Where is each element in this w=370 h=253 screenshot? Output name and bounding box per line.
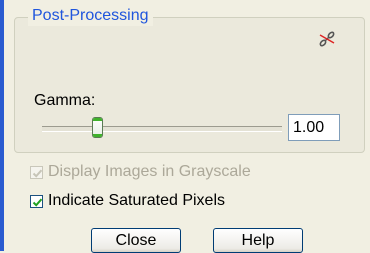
group-title: Post-Processing xyxy=(28,6,153,26)
help-button[interactable]: Help xyxy=(213,228,303,253)
gamma-slider-track[interactable] xyxy=(42,126,282,132)
grayscale-option: Display Images in Grayscale xyxy=(30,162,251,182)
close-button[interactable]: Close xyxy=(91,228,181,253)
grayscale-checkbox xyxy=(30,165,43,179)
gamma-label: Gamma: xyxy=(34,92,96,109)
gamma-value-field[interactable] xyxy=(288,114,340,141)
saturated-label: Indicate Saturated Pixels xyxy=(48,192,225,209)
saturated-checkbox[interactable] xyxy=(30,194,43,208)
broken-link-icon[interactable] xyxy=(316,28,338,50)
grayscale-label: Display Images in Grayscale xyxy=(48,163,251,180)
post-processing-panel: Post-Processing Gamma: Display Images in… xyxy=(0,0,370,253)
window-edge xyxy=(0,0,4,251)
gamma-slider-thumb[interactable] xyxy=(92,117,103,138)
saturated-option[interactable]: Indicate Saturated Pixels xyxy=(30,191,225,211)
